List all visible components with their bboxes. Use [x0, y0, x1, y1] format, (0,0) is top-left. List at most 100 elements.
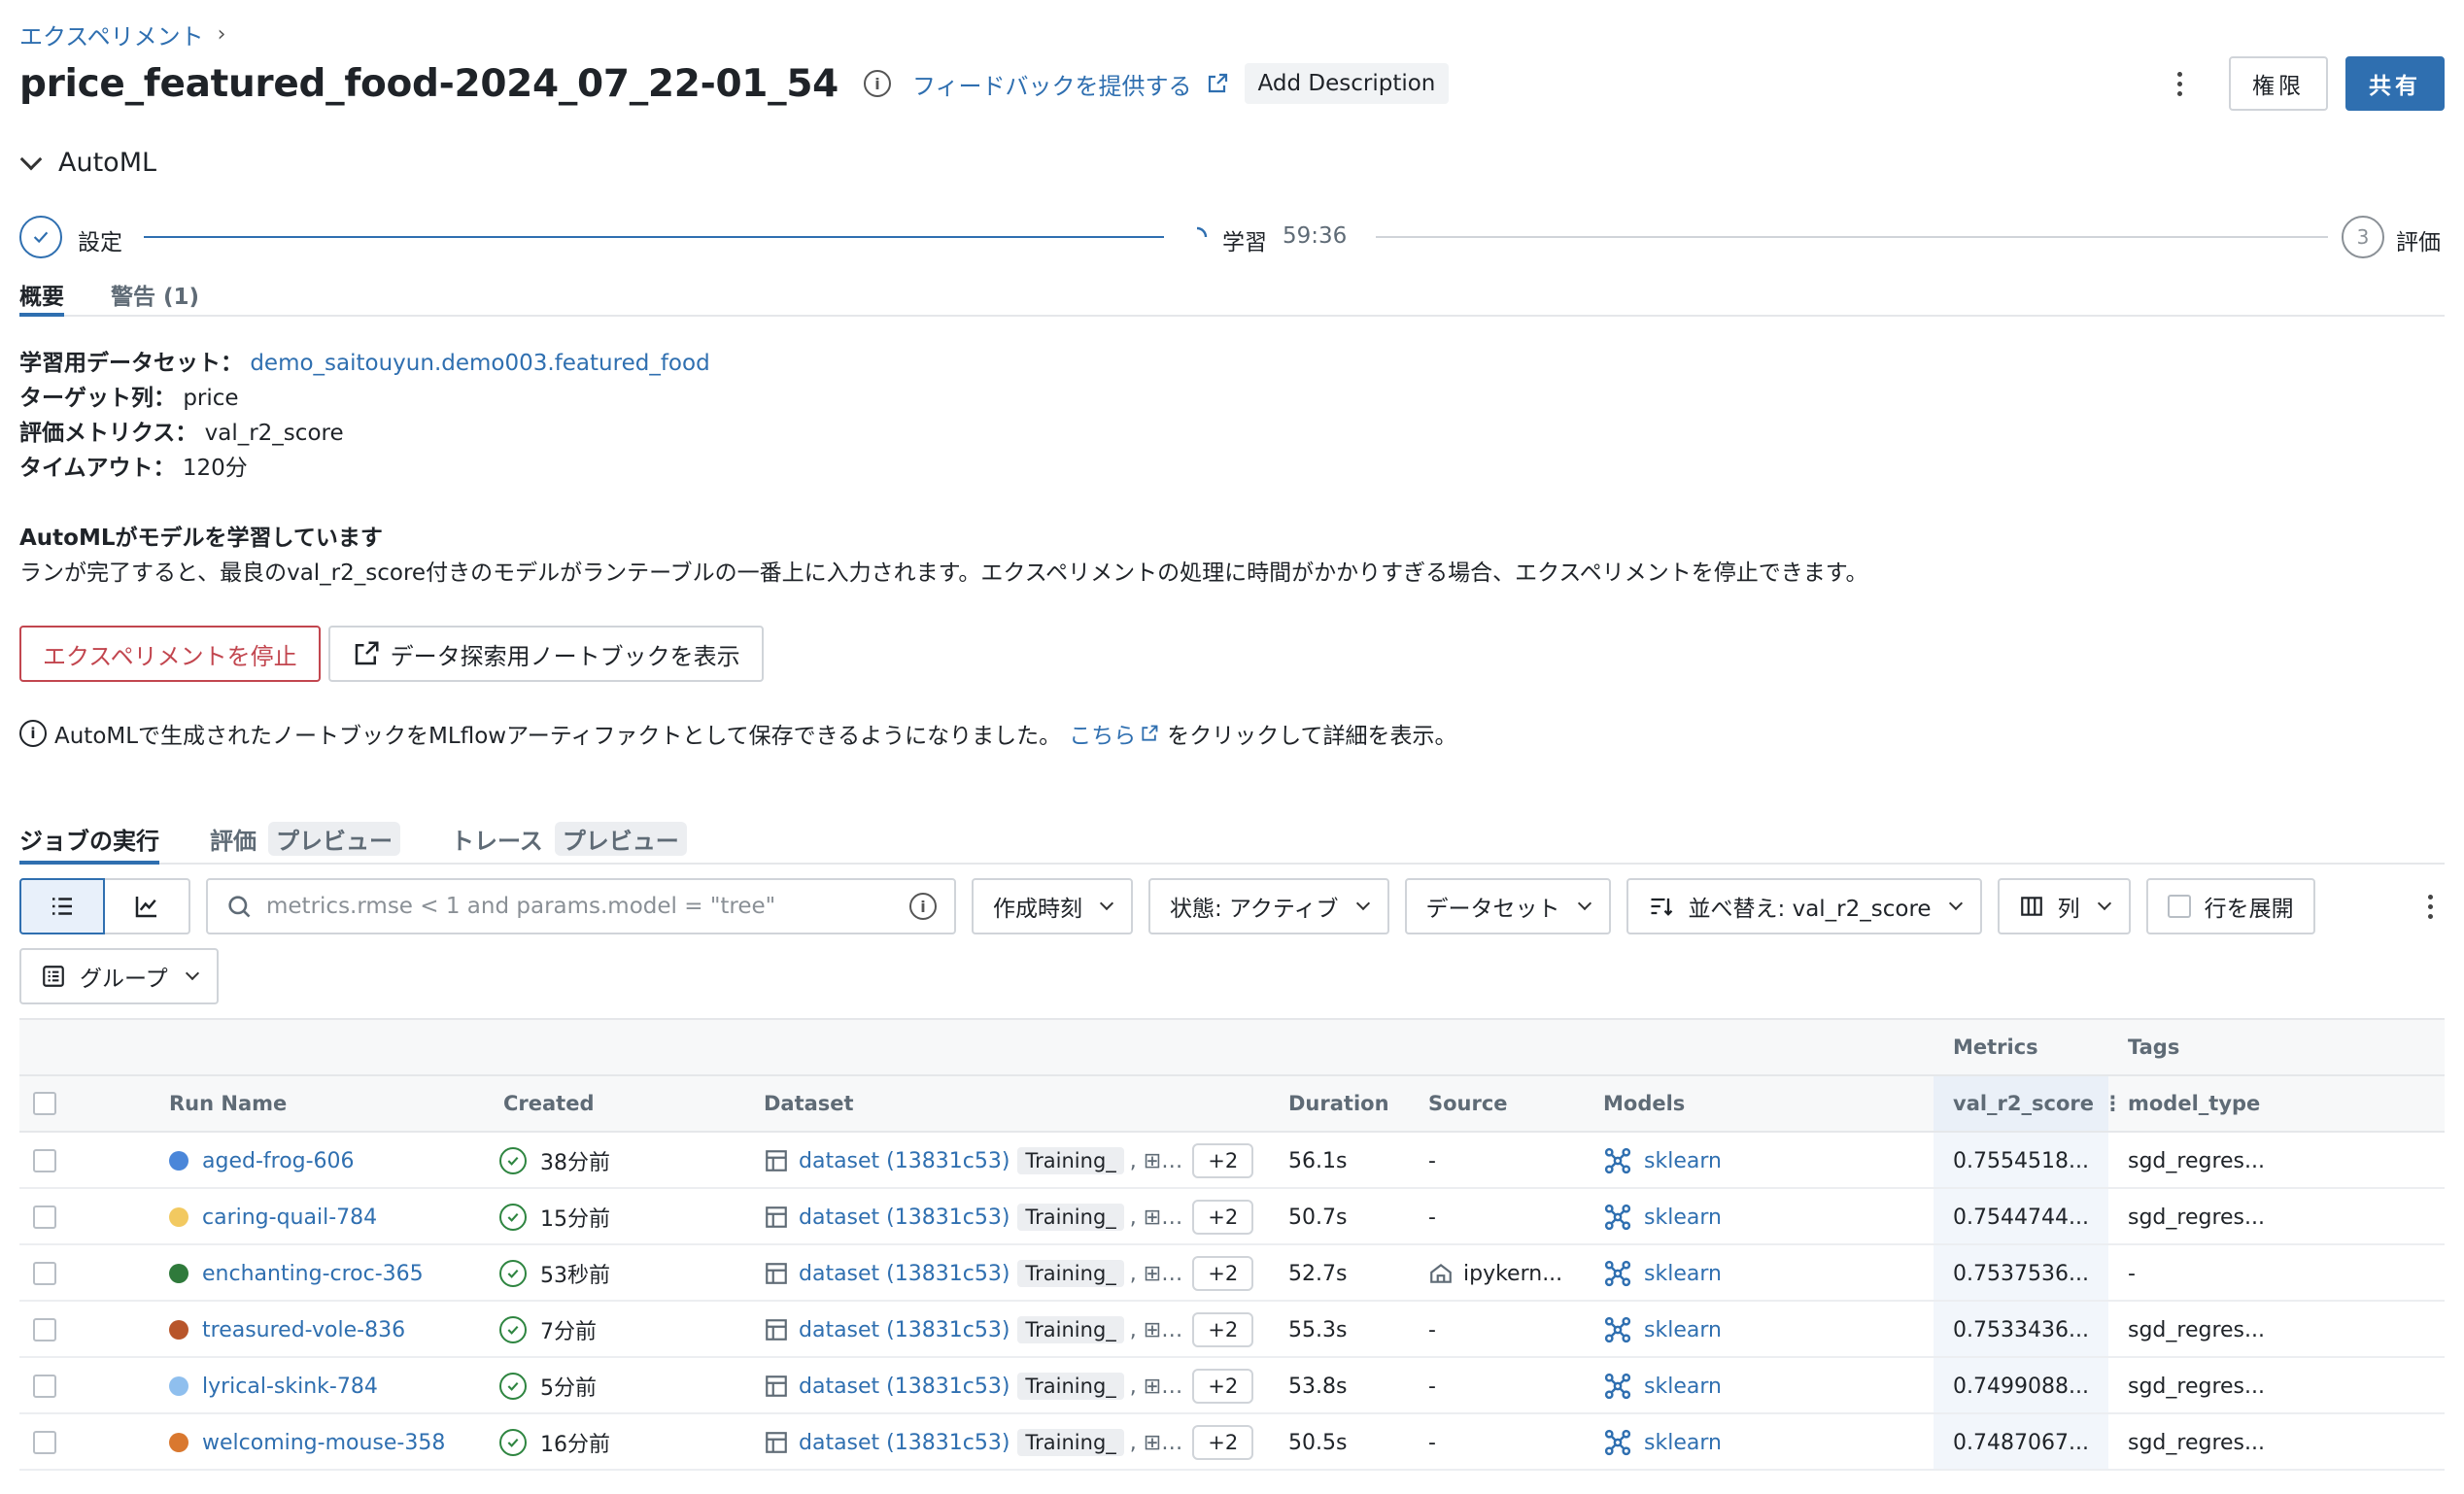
info-icon[interactable]: i — [909, 893, 937, 920]
table-row[interactable]: treasured-vole-836 7分前 dataset (13831c53… — [19, 1302, 2445, 1358]
table-row[interactable]: aged-frog-606 38分前 dataset (13831c53) Tr… — [19, 1133, 2445, 1189]
model-link[interactable]: sklearn — [1644, 1318, 1722, 1342]
model-link[interactable]: sklearn — [1644, 1431, 1722, 1455]
col-dataset[interactable]: Dataset — [764, 1092, 854, 1115]
columns-dropdown[interactable]: 列 — [1997, 878, 2131, 934]
column-menu-icon[interactable]: ⋮ — [2103, 1092, 2123, 1115]
training-status: AutoMLがモデルを学習しています ランが完了すると、最良のval_r2_sc… — [19, 521, 1868, 591]
sort-dropdown[interactable]: 並べ替え: val_r2_score — [1626, 878, 1982, 934]
created-time-dropdown[interactable]: 作成時刻 — [972, 878, 1133, 934]
success-check-icon — [499, 1147, 527, 1174]
row-checkbox[interactable] — [33, 1149, 56, 1172]
more-options-icon[interactable] — [2165, 64, 2194, 103]
chart-view-button[interactable] — [105, 878, 190, 934]
dataset-link[interactable]: dataset (13831c53) — [799, 1318, 1010, 1342]
search-input[interactable] — [266, 894, 896, 919]
tab-traces[interactable]: トレース プレビュー — [451, 816, 687, 863]
feedback-link[interactable]: フィードバックを提供する — [912, 67, 1229, 101]
dataset-link[interactable]: dataset (13831c53) — [799, 1375, 1010, 1399]
group-dropdown[interactable]: グループ — [19, 948, 219, 1004]
run-name-link[interactable]: aged-frog-606 — [202, 1149, 355, 1173]
stop-experiment-button[interactable]: エクスペリメントを停止 — [19, 626, 321, 682]
share-button[interactable]: 共有 — [2345, 56, 2445, 111]
dataset-dropdown[interactable]: データセット — [1404, 878, 1611, 934]
run-name-link[interactable]: enchanting-croc-365 — [202, 1262, 424, 1286]
permissions-button[interactable]: 権限 — [2229, 56, 2328, 111]
col-duration[interactable]: Duration — [1288, 1092, 1389, 1115]
dataset-link[interactable]: dataset (13831c53) — [799, 1205, 1010, 1230]
dataset-more-button[interactable]: +2 — [1192, 1256, 1254, 1291]
table-row[interactable]: welcoming-mouse-358 16分前 dataset (13831c… — [19, 1414, 2445, 1471]
select-all-checkbox[interactable] — [33, 1092, 56, 1115]
table-row[interactable]: lyrical-skink-784 5分前 dataset (13831c53)… — [19, 1358, 2445, 1414]
model-link[interactable]: sklearn — [1644, 1262, 1722, 1286]
tab-warnings[interactable]: 警告 (1) — [111, 274, 199, 315]
run-name-link[interactable]: lyrical-skink-784 — [202, 1375, 378, 1399]
model-type-value: sgd_regres... — [2128, 1317, 2265, 1342]
table-view-button[interactable] — [19, 878, 105, 934]
run-color-dot — [169, 1376, 188, 1396]
row-checkbox[interactable] — [33, 1318, 56, 1341]
dataset-more-separator: , ⊞… — [1129, 1205, 1183, 1230]
col-val-r2-score[interactable]: val_r2_score — [1953, 1092, 2094, 1115]
automl-section-toggle[interactable]: AutoML — [19, 148, 156, 178]
breadcrumb: エクスペリメント › — [19, 17, 225, 51]
dataset-more-button[interactable]: +2 — [1192, 1200, 1254, 1235]
model-type-value: sgd_regres... — [2128, 1148, 2265, 1173]
col-model-type[interactable]: model_type — [2128, 1092, 2260, 1115]
run-name-link[interactable]: treasured-vole-836 — [202, 1318, 405, 1342]
list-icon — [52, 898, 72, 915]
action-row: エクスペリメントを停止 データ探索用ノートブックを表示 — [19, 626, 764, 682]
add-description-button[interactable]: Add Description — [1244, 63, 1450, 104]
expand-rows-checkbox[interactable] — [2167, 895, 2191, 918]
val-r2-score-value: 0.7499088... — [1953, 1374, 2089, 1399]
info-icon[interactable]: i — [864, 70, 892, 97]
dataset-link[interactable]: dataset (13831c53) — [799, 1431, 1010, 1455]
tab-job-runs[interactable]: ジョブの実行 — [19, 816, 159, 865]
metrics-group-header: Metrics — [1953, 1036, 2038, 1059]
model-link[interactable]: sklearn — [1644, 1375, 1722, 1399]
state-dropdown[interactable]: 状態: アクティブ — [1148, 878, 1389, 934]
view-toggle — [19, 878, 190, 934]
dataset-link[interactable]: dataset (13831c53) — [799, 1149, 1010, 1173]
search-icon — [228, 896, 251, 918]
col-run-name[interactable]: Run Name — [169, 1092, 287, 1115]
tab-evaluation[interactable]: 評価 プレビュー — [210, 816, 400, 863]
group-label: グループ — [80, 967, 168, 992]
col-source[interactable]: Source — [1428, 1092, 1508, 1115]
feedback-label: フィードバックを提供する — [912, 72, 1192, 100]
model-link[interactable]: sklearn — [1644, 1149, 1722, 1173]
chevron-down-icon — [1355, 896, 1370, 911]
run-name-link[interactable]: welcoming-mouse-358 — [202, 1431, 445, 1455]
run-color-dot — [169, 1433, 188, 1452]
dataset-tag: Training_ — [1017, 1316, 1124, 1343]
status-description: ランが完了すると、最良のval_r2_score付きのモデルがランテーブルの一番… — [19, 560, 1868, 586]
run-name-link[interactable]: caring-quail-784 — [202, 1205, 377, 1230]
created-value: 15分前 — [540, 1207, 610, 1232]
dataset-more-button[interactable]: +2 — [1192, 1425, 1254, 1460]
table-icon — [766, 1432, 787, 1453]
model-type-value: sgd_regres... — [2128, 1374, 2265, 1399]
row-checkbox[interactable] — [33, 1375, 56, 1398]
dataset-link[interactable]: demo_saitouyun.demo003.featured_food — [250, 351, 709, 376]
view-notebook-button[interactable]: データ探索用ノートブックを表示 — [327, 626, 764, 682]
model-link[interactable]: sklearn — [1644, 1205, 1722, 1230]
table-row[interactable]: caring-quail-784 15分前 dataset (13831c53)… — [19, 1189, 2445, 1245]
dataset-more-button[interactable]: +2 — [1192, 1143, 1254, 1178]
dataset-more-button[interactable]: +2 — [1192, 1312, 1254, 1347]
tab-overview[interactable]: 概要 — [19, 274, 64, 317]
notice-link[interactable]: こちら — [1069, 717, 1159, 750]
breadcrumb-experiments-link[interactable]: エクスペリメント — [19, 17, 204, 51]
row-checkbox[interactable] — [33, 1205, 56, 1229]
dataset-link[interactable]: dataset (13831c53) — [799, 1262, 1010, 1286]
row-checkbox[interactable] — [33, 1431, 56, 1454]
more-options-icon[interactable] — [2415, 887, 2445, 926]
col-created[interactable]: Created — [503, 1092, 595, 1115]
row-checkbox[interactable] — [33, 1262, 56, 1285]
dataset-more-button[interactable]: +2 — [1192, 1369, 1254, 1404]
col-models[interactable]: Models — [1603, 1092, 1685, 1115]
chevron-down-icon — [2097, 896, 2111, 911]
dataset-tag: Training_ — [1017, 1373, 1124, 1400]
expand-rows-toggle[interactable]: 行を展開 — [2145, 878, 2315, 934]
table-row[interactable]: enchanting-croc-365 53秒前 dataset (13831c… — [19, 1245, 2445, 1302]
